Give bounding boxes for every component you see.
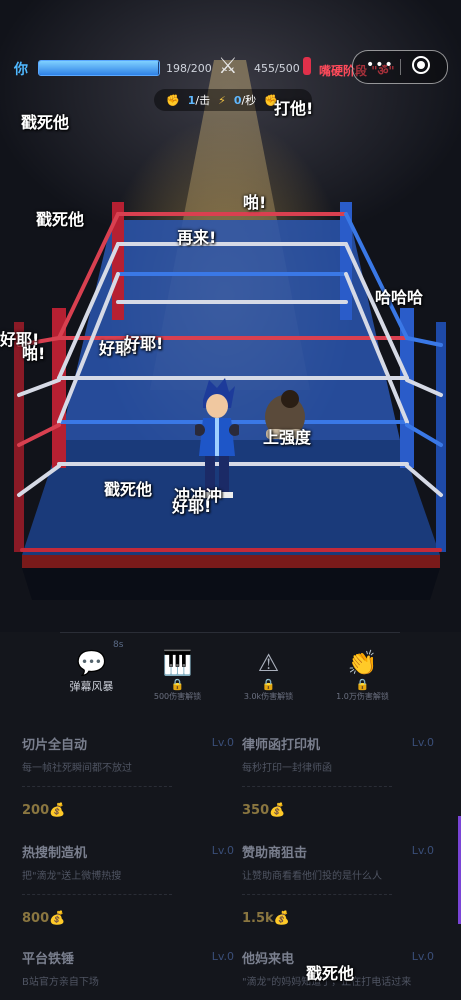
unlock-condition: 1.0万伤害解锁	[336, 692, 389, 701]
upgrade-desc: 把"滴龙"送上微博热搜	[22, 871, 122, 882]
upgrade-card[interactable]: 赞助商狙击 Lv.0 让赞助商看看他们投的是什么人 1.5k💰	[242, 842, 434, 926]
upgrade-title: 切片全自动	[22, 738, 88, 753]
danmaku-comment: 啪!	[243, 193, 267, 212]
upgrade-price: 200	[22, 803, 50, 818]
crossed-swords-icon: ⚔	[218, 54, 238, 79]
boxing-arena[interactable]: 你 198/200 ⚔ 455/500 嘴硬阶段 "ॐ" ••• ✊ 1/击 ⚡…	[0, 0, 461, 632]
upgrade-price: 350	[242, 803, 270, 818]
upgrade-level: Lv.0	[211, 736, 234, 749]
danmaku-comment: 上强度	[263, 428, 312, 447]
money-bag-icon: 💰	[269, 803, 286, 818]
upgrade-level: Lv.0	[411, 736, 434, 749]
upgrade-card[interactable]: 平台铁锤 Lv.0 B站官方亲自下场	[22, 948, 234, 988]
player-name: 你	[14, 62, 28, 78]
lightning-icon: ⚡	[218, 93, 226, 107]
clap-icon: 👏	[347, 649, 378, 677]
danmaku-comment: 再来!	[177, 228, 217, 247]
upgrade-price: 800	[22, 911, 50, 926]
danmaku-comment: 戳死他	[21, 113, 70, 132]
more-options-icon[interactable]: •••	[366, 57, 394, 73]
danmaku-comment: 戳死他	[36, 210, 85, 229]
upgrade-title: 热搜制造机	[22, 846, 88, 861]
danmaku-comment: 好耶!	[172, 497, 212, 516]
upgrade-card[interactable]: 切片全自动 Lv.0 每一帧社死瞬间都不放过 200💰	[22, 734, 234, 818]
danmaku-comment: 戳死他	[104, 480, 153, 499]
money-bag-icon: 💰	[273, 911, 290, 926]
skill-cooldown-badge: 8s	[113, 640, 124, 650]
enemy-hp-text: 455/500	[254, 62, 300, 75]
money-bag-icon: 💰	[49, 803, 66, 818]
money-bag-icon: 💰	[49, 911, 66, 926]
player-hp-text: 198/200	[166, 62, 212, 75]
danmaku-comment: 啪!	[22, 344, 46, 363]
upgrade-desc: 每一帧社死瞬间都不放过	[22, 763, 132, 774]
upgrade-card[interactable]: 热搜制造机 Lv.0 把"滴龙"送上微博热搜 800💰	[22, 842, 234, 926]
per-sec-unit: /秒	[241, 94, 257, 107]
fist-icon: ✊	[166, 93, 180, 107]
upgrade-title: 平台铁锤	[22, 952, 75, 967]
close-target-icon[interactable]	[412, 56, 430, 74]
danmaku-comment: 戳死他	[306, 964, 355, 983]
upgrade-level: Lv.0	[411, 844, 434, 857]
danmaku-comment: 打他!	[274, 99, 314, 118]
upgrade-panel: 💬 弹幕风暴 🎹 🔒 500伤害解锁 ⚠ 🔒 3.0k伤害解锁 👏 🔒 1.0万…	[0, 632, 461, 1000]
per-hit-unit: /击	[195, 94, 211, 107]
miniprogram-capsule[interactable]: •••	[352, 50, 448, 84]
skill-locked-clap[interactable]: 👏 🔒 1.0万伤害解锁	[305, 648, 420, 702]
upgrade-level: Lv.0	[211, 950, 234, 963]
upgrade-desc: 让赞助商看看他们投的是什么人	[242, 871, 382, 882]
lock-icon: 🔒	[355, 678, 370, 691]
upgrade-title: 赞助商狙击	[242, 846, 308, 861]
upgrade-level: Lv.0	[411, 950, 434, 963]
upgrade-title: 律师函打印机	[242, 738, 321, 753]
danmaku-comment: 好耶!	[124, 334, 164, 353]
upgrade-desc: B站官方亲自下场	[22, 977, 99, 988]
upgrade-price: 1.5k	[242, 911, 274, 926]
danmaku-comment: 哈哈哈	[375, 288, 424, 307]
upgrade-card[interactable]: 律师函打印机 Lv.0 每秒打印一封律师函 350💰	[242, 734, 434, 818]
enemy-hp-bar	[303, 57, 311, 75]
upgrade-level: Lv.0	[211, 844, 234, 857]
player-hp-bar	[38, 60, 160, 76]
upgrade-desc: 每秒打印一封律师函	[242, 763, 332, 774]
